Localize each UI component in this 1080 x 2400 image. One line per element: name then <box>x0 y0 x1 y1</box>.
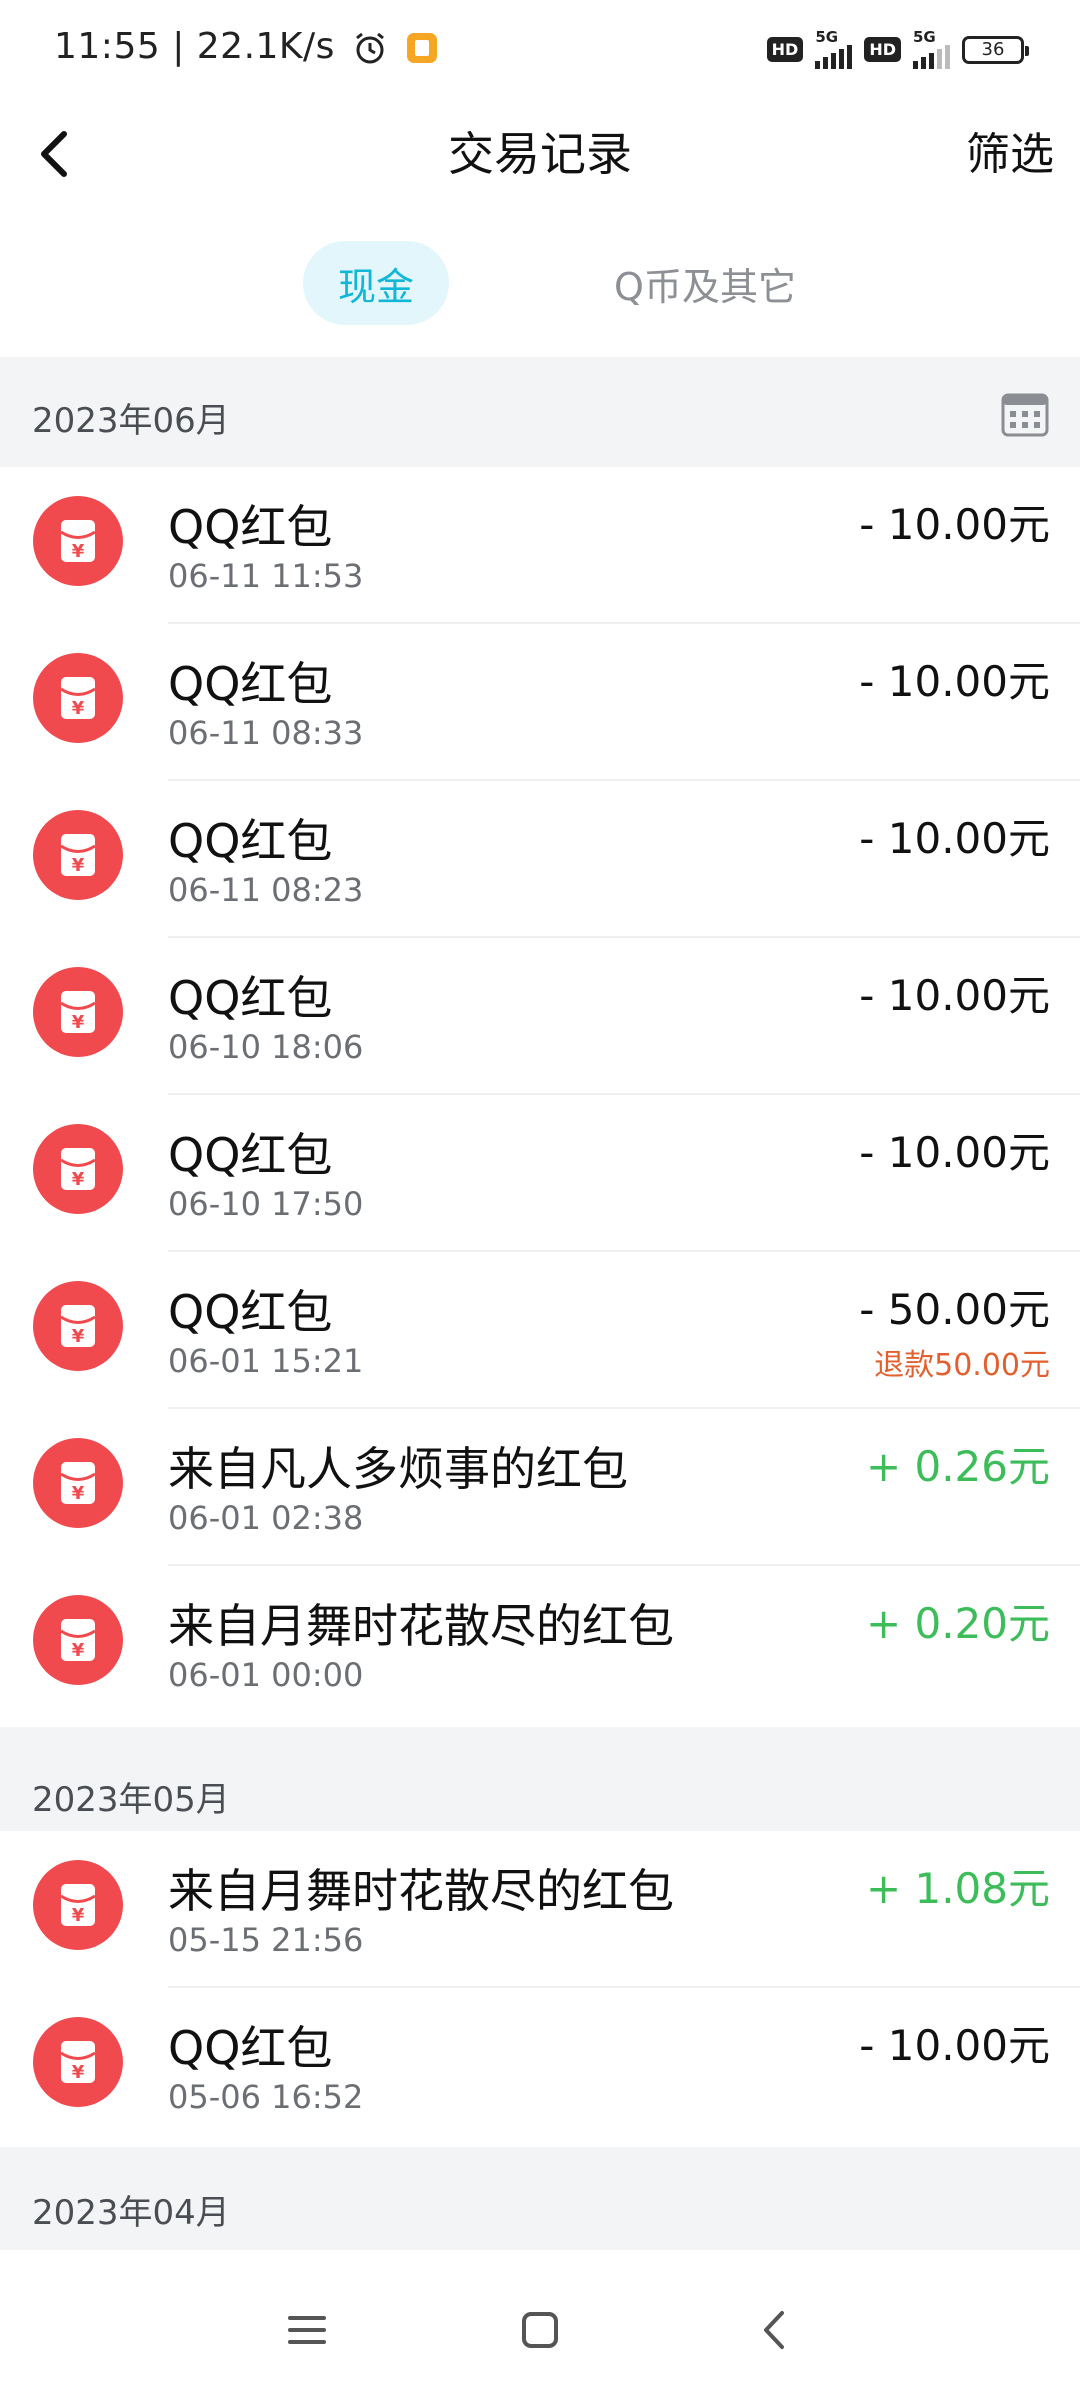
transaction-time: 06-10 18:06 <box>168 1028 364 1066</box>
tab-qcoin[interactable]: Q币及其它 <box>600 241 810 325</box>
svg-text:¥: ¥ <box>72 2062 85 2083</box>
transaction-amount: - 10.00元 <box>859 500 1050 549</box>
alarm-icon <box>355 32 384 64</box>
red-packet-icon: ¥ <box>33 653 123 743</box>
section-label: 2023年06月 <box>32 401 230 441</box>
transaction-amount: - 10.00元 <box>859 971 1050 1020</box>
transaction-name: QQ红包 <box>168 657 333 711</box>
signal-1: 5G <box>815 30 853 69</box>
header: 交易记录 筛选 <box>0 100 1080 210</box>
tab-cash[interactable]: 现金 <box>303 241 449 325</box>
battery-icon: 36 <box>962 35 1029 64</box>
svg-text:¥: ¥ <box>72 855 85 876</box>
red-packet-icon: ¥ <box>33 496 123 586</box>
transaction-row[interactable]: ¥ 来自月舞时花散尽的红包 06-01 00:00 + 0.20元 <box>0 1566 1080 1723</box>
svg-text:¥: ¥ <box>72 1012 85 1033</box>
transaction-time: 05-06 16:52 <box>168 2078 364 2116</box>
signal-2: 5G <box>913 30 950 69</box>
transaction-row[interactable]: ¥ 来自凡人多烦事的红包 06-01 02:38 + 0.26元 <box>0 1409 1080 1566</box>
transaction-name: QQ红包 <box>168 1128 333 1182</box>
transaction-amount: - 50.00元 <box>859 1285 1050 1334</box>
transaction-amount: + 0.20元 <box>865 1599 1050 1648</box>
transaction-row[interactable]: ¥ 来自月舞时花散尽的红包 05-15 21:56 + 1.08元 <box>0 1831 1080 1988</box>
red-packet-icon: ¥ <box>33 1281 123 1371</box>
section-header-2023-04: 2023年04月 <box>0 2147 1080 2250</box>
svg-text:¥: ¥ <box>72 698 85 719</box>
transaction-name: 来自月舞时花散尽的红包 <box>168 1864 674 1918</box>
transaction-name: QQ红包 <box>168 1285 333 1339</box>
refund-note: 退款50.00元 <box>874 1348 1050 1383</box>
transaction-amount: - 10.00元 <box>859 657 1050 706</box>
svg-text:¥: ¥ <box>72 1169 85 1190</box>
transaction-row[interactable]: ¥ QQ红包 05-06 16:52 - 10.00元 <box>0 1988 1080 2145</box>
status-time-speed: 11:55 | 22.1K/s <box>54 26 439 67</box>
section-label: 2023年04月 <box>32 2193 230 2233</box>
transaction-time: 06-01 02:38 <box>168 1499 364 1537</box>
transaction-amount: - 10.00元 <box>859 2021 1050 2070</box>
transaction-time: 06-11 11:53 <box>168 557 364 595</box>
transaction-amount: - 10.00元 <box>859 814 1050 863</box>
section-header-2023-06: 2023年06月 <box>0 357 1080 467</box>
calendar-icon[interactable] <box>1000 389 1050 439</box>
transaction-name: QQ红包 <box>168 500 333 554</box>
tabs: 现金 Q币及其它 <box>0 235 1080 330</box>
status-bar: 11:55 | 22.1K/s HD 5G HD 5G 36 <box>0 0 1080 100</box>
menu-icon[interactable] <box>282 2305 332 2355</box>
hd-badge: HD <box>766 37 804 62</box>
page-title: 交易记录 <box>448 127 632 181</box>
transaction-row[interactable]: ¥ QQ红包 06-11 08:23 - 10.00元 <box>0 781 1080 938</box>
back-triangle-icon[interactable] <box>750 2305 800 2355</box>
transaction-time: 06-10 17:50 <box>168 1185 364 1223</box>
section-header-2023-05: 2023年05月 <box>0 1727 1080 1831</box>
transaction-row[interactable]: ¥ QQ红包 06-01 15:21 - 50.00元 退款50.00元 <box>0 1252 1080 1409</box>
transaction-name: QQ红包 <box>168 971 333 1025</box>
home-square-icon[interactable] <box>515 2305 565 2355</box>
red-packet-icon: ¥ <box>33 1438 123 1528</box>
transaction-name: 来自月舞时花散尽的红包 <box>168 1599 674 1653</box>
red-packet-icon: ¥ <box>33 810 123 900</box>
red-packet-icon: ¥ <box>33 1595 123 1685</box>
svg-text:¥: ¥ <box>72 1905 85 1926</box>
signal-bars-icon <box>913 45 950 69</box>
filter-button[interactable]: 筛选 <box>966 118 1054 182</box>
red-packet-icon: ¥ <box>33 1124 123 1214</box>
red-packet-icon: ¥ <box>33 2017 123 2107</box>
red-packet-icon: ¥ <box>33 1860 123 1950</box>
transaction-time: 06-11 08:33 <box>168 714 364 752</box>
section-label: 2023年05月 <box>32 1780 230 1820</box>
app-notification-icon <box>406 33 437 63</box>
transaction-row[interactable]: ¥ QQ红包 06-10 17:50 - 10.00元 <box>0 1095 1080 1252</box>
transaction-row[interactable]: ¥ QQ红包 06-11 08:33 - 10.00元 <box>0 624 1080 781</box>
transaction-amount: + 0.26元 <box>865 1442 1050 1491</box>
svg-text:¥: ¥ <box>72 541 85 562</box>
transaction-name: 来自凡人多烦事的红包 <box>168 1442 628 1496</box>
system-nav-bar <box>0 2250 1080 2400</box>
transaction-amount: + 1.08元 <box>865 1864 1050 1913</box>
transaction-row[interactable]: ¥ QQ红包 06-11 11:53 - 10.00元 <box>0 467 1080 624</box>
status-indicators: HD 5G HD 5G 36 <box>766 30 1029 69</box>
svg-text:¥: ¥ <box>72 1640 85 1661</box>
transaction-time: 06-01 00:00 <box>168 1656 364 1694</box>
transaction-row[interactable]: ¥ QQ红包 06-10 18:06 - 10.00元 <box>0 938 1080 1095</box>
transaction-time: 05-15 21:56 <box>168 1921 364 1959</box>
hd-badge-2: HD <box>864 37 901 62</box>
transaction-time: 06-01 15:21 <box>168 1342 364 1380</box>
svg-text:¥: ¥ <box>72 1483 85 1504</box>
svg-text:¥: ¥ <box>72 1326 85 1347</box>
transaction-name: QQ红包 <box>168 2021 333 2075</box>
red-packet-icon: ¥ <box>33 967 123 1057</box>
transaction-amount: - 10.00元 <box>859 1128 1050 1177</box>
transaction-name: QQ红包 <box>168 814 333 868</box>
transaction-time: 06-11 08:23 <box>168 871 364 909</box>
signal-bars-icon <box>815 45 853 69</box>
